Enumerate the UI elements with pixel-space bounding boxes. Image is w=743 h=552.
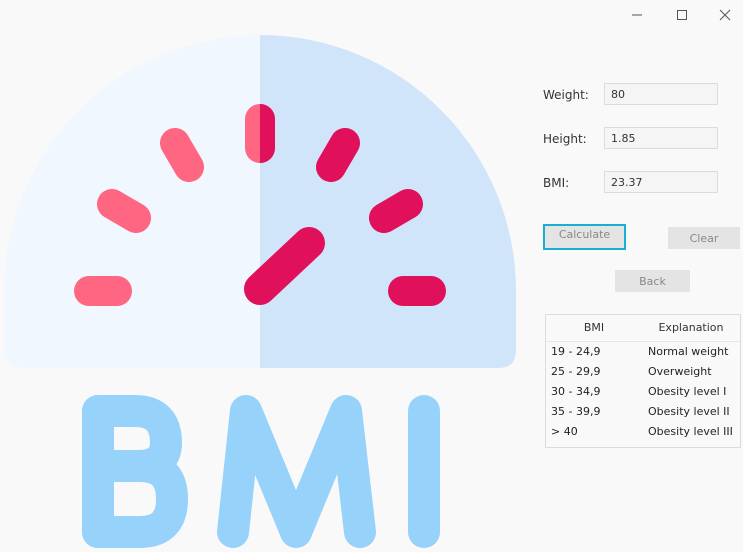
table-cell-bmi: 35 - 39,9 (551, 405, 601, 418)
bmi-label: BMI: (543, 176, 570, 190)
calculate-button[interactable]: Calculate (543, 224, 626, 250)
bmi-table: BMI Explanation 19 - 24,9 Normal weight … (545, 314, 741, 448)
bmi-logo (4, 35, 516, 548)
table-cell-bmi: 25 - 29,9 (551, 365, 601, 378)
back-button[interactable]: Back (615, 270, 690, 292)
table-cell-explanation: Overweight (648, 365, 712, 378)
table-cell-explanation: Obesity level I (648, 385, 727, 398)
table-cell-explanation: Obesity level II (648, 405, 730, 418)
column-header-explanation[interactable]: Explanation (642, 315, 740, 341)
close-button[interactable] (705, 0, 743, 30)
height-label: Height: (543, 132, 587, 146)
close-icon (719, 9, 731, 21)
table-row[interactable]: 35 - 39,9 Obesity level II (546, 402, 740, 422)
table-row[interactable]: 30 - 34,9 Obesity level I (546, 382, 740, 402)
table-header: BMI Explanation (546, 315, 740, 342)
table-row[interactable]: 19 - 24,9 Normal weight (546, 342, 740, 362)
maximize-icon (677, 10, 687, 20)
table-cell-bmi: 19 - 24,9 (551, 345, 601, 358)
table-cell-explanation: Obesity level III (648, 425, 733, 438)
maximize-button[interactable] (662, 0, 702, 30)
table-cell-bmi: > 40 (551, 425, 578, 438)
height-field[interactable] (604, 127, 718, 149)
table-row[interactable]: 25 - 29,9 Overweight (546, 362, 740, 382)
table-cell-explanation: Normal weight (648, 345, 729, 358)
minimize-button[interactable] (617, 0, 657, 30)
gauge-icon (4, 35, 516, 368)
weight-label: Weight: (543, 88, 589, 102)
table-row[interactable]: > 40 Obesity level III (546, 422, 740, 442)
minimize-icon (632, 14, 642, 16)
clear-button[interactable]: Clear (668, 227, 740, 249)
column-header-bmi[interactable]: BMI (546, 315, 642, 341)
weight-field[interactable] (604, 83, 718, 105)
table-cell-bmi: 30 - 34,9 (551, 385, 601, 398)
bmi-lettering (82, 395, 440, 548)
bmi-result-field[interactable] (604, 171, 718, 193)
